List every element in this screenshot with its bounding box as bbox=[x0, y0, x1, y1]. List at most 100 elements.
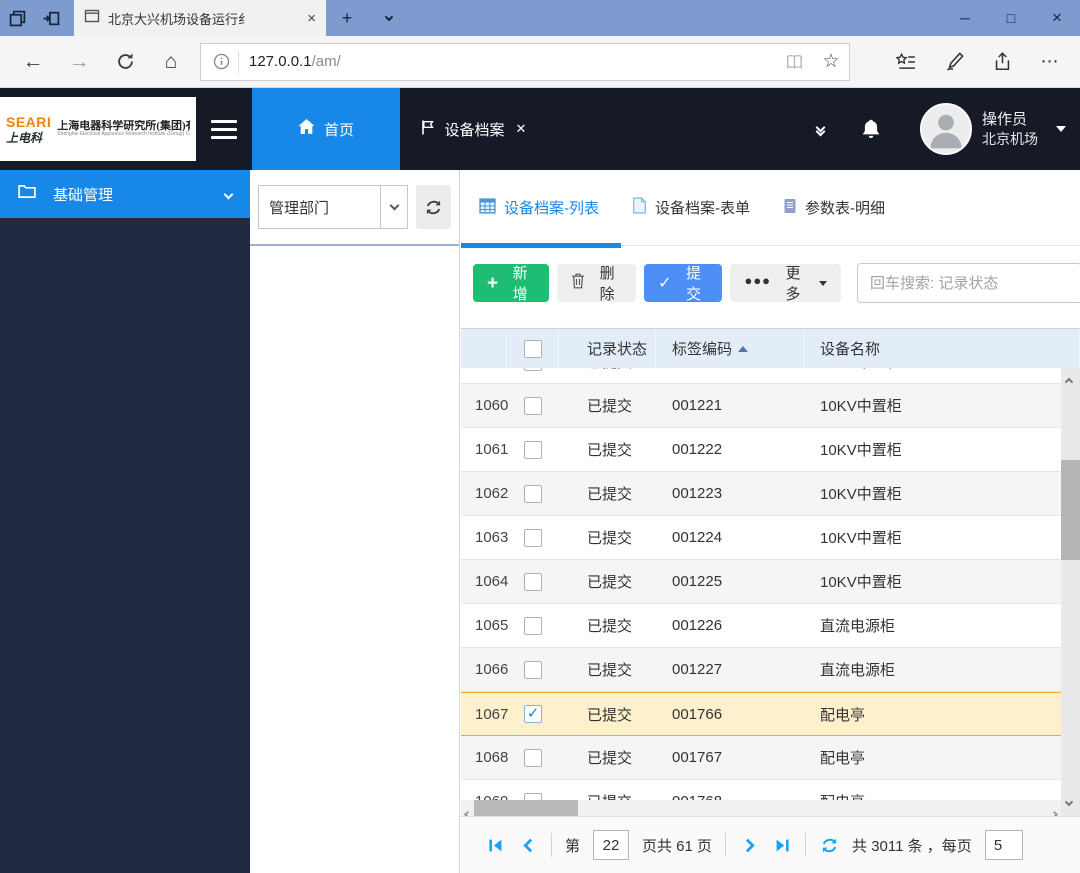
next-page-icon[interactable] bbox=[739, 838, 759, 853]
content-tabstrip: 设备档案-列表 设备档案-表单 参数表-明细 bbox=[461, 170, 1080, 248]
first-page-icon[interactable] bbox=[485, 838, 505, 853]
horizontal-scrollbar[interactable] bbox=[461, 800, 1061, 819]
nav-tab-device-archive[interactable]: 设备档案 ✕ bbox=[400, 88, 546, 170]
tab-close-icon[interactable]: × bbox=[307, 10, 316, 27]
tab-device-archive-form[interactable]: 设备档案-表单 bbox=[632, 197, 750, 218]
notifications-bell-icon[interactable] bbox=[860, 119, 882, 140]
browser-titlebar: 北京大兴机场设备运行纟 × + ─ □ × bbox=[0, 0, 1080, 36]
window-maximize-button[interactable]: □ bbox=[988, 0, 1034, 36]
page-label-prefix: 第 bbox=[565, 837, 581, 855]
user-avatar[interactable] bbox=[920, 103, 972, 155]
department-refresh-button[interactable] bbox=[416, 185, 451, 229]
table-row[interactable]: 1068 已提交 001767 配电亭 bbox=[461, 736, 1080, 780]
url-bar[interactable]: 127.0.0.1/am/ ☆ bbox=[200, 42, 850, 81]
page-size-input[interactable] bbox=[984, 830, 1023, 860]
horizontal-scrollbar-thumb[interactable] bbox=[474, 800, 578, 816]
pagination-bar: 第 页共 61 页 共 3011 条 ，每页 bbox=[461, 816, 1080, 873]
nav-tab-home[interactable]: 首页 bbox=[252, 88, 400, 170]
settings-more-icon[interactable]: ⋯ bbox=[1026, 42, 1074, 82]
reading-view-icon[interactable] bbox=[777, 54, 813, 70]
nav-tab-close-icon[interactable]: ✕ bbox=[516, 121, 527, 137]
row-checkbox[interactable] bbox=[524, 368, 542, 371]
tab-parameter-detail[interactable]: 参数表-明细 bbox=[783, 197, 885, 218]
vertical-scrollbar[interactable] bbox=[1061, 368, 1080, 816]
tabs-set-aside-icon[interactable] bbox=[34, 0, 68, 36]
table-row[interactable]: 1067 已提交 001766 配电亭 bbox=[461, 692, 1080, 736]
annotate-pen-icon[interactable] bbox=[930, 42, 978, 82]
row-checkbox[interactable] bbox=[524, 440, 542, 459]
user-label: 操作员 北京机场 bbox=[982, 110, 1038, 148]
last-page-icon[interactable] bbox=[772, 838, 792, 853]
home-icon[interactable]: ⌂ bbox=[148, 42, 194, 82]
row-checkbox[interactable] bbox=[524, 572, 542, 591]
back-icon[interactable]: ← bbox=[10, 42, 56, 82]
tab-list-chevron-icon[interactable] bbox=[368, 0, 410, 36]
tab-preview-icon[interactable] bbox=[0, 0, 34, 36]
favorite-star-icon[interactable]: ☆ bbox=[813, 50, 849, 73]
share-icon[interactable] bbox=[978, 42, 1026, 82]
sidebar-item-basic-management[interactable]: 基础管理 bbox=[0, 170, 250, 218]
department-panel-header: 管理部门 bbox=[250, 170, 459, 246]
reload-icon[interactable] bbox=[102, 42, 148, 82]
vertical-scrollbar-thumb[interactable] bbox=[1061, 460, 1080, 560]
logo-brand-text: SEARI bbox=[6, 113, 52, 130]
forward-icon[interactable]: → bbox=[56, 42, 102, 82]
table-row[interactable]: 1063 已提交 001224 10KV中置柜 bbox=[461, 516, 1080, 560]
row-checkbox[interactable] bbox=[524, 528, 542, 547]
window-close-button[interactable]: × bbox=[1034, 0, 1080, 36]
tab-label: 参数表-明细 bbox=[805, 200, 885, 217]
previous-page-icon[interactable] bbox=[518, 838, 538, 853]
page-number-input[interactable] bbox=[593, 830, 630, 860]
row-checkbox[interactable] bbox=[524, 396, 542, 415]
row-checkbox-checked[interactable] bbox=[524, 705, 542, 723]
department-select[interactable]: 管理部门 bbox=[258, 185, 408, 229]
cell-tag-code: 001767 bbox=[672, 749, 723, 766]
table-row[interactable]: 1069 已提交 001768 配电亭 bbox=[461, 780, 1080, 801]
table-row[interactable]: 1066 已提交 001227 直流电源柜 bbox=[461, 648, 1080, 692]
header-tag-code[interactable]: 标签编码 bbox=[656, 329, 804, 368]
scroll-down-icon[interactable] bbox=[1064, 792, 1074, 810]
window-minimize-button[interactable]: ─ bbox=[942, 0, 988, 36]
table-row[interactable]: 1062 已提交 001223 10KV中置柜 bbox=[461, 472, 1080, 516]
row-checkbox[interactable] bbox=[524, 660, 542, 679]
more-button[interactable]: ●●● 更多 bbox=[730, 264, 841, 303]
delete-button[interactable]: 删除 bbox=[557, 264, 637, 303]
row-number: 1064 bbox=[475, 573, 509, 590]
submit-button[interactable]: ✓ 提交 bbox=[644, 264, 723, 303]
row-checkbox[interactable] bbox=[524, 616, 542, 635]
search-input[interactable] bbox=[857, 263, 1080, 303]
refresh-icon[interactable] bbox=[819, 837, 839, 854]
table-row[interactable]: 1061 已提交 001222 10KV中置柜 bbox=[461, 428, 1080, 472]
header-device-name[interactable]: 设备名称 bbox=[804, 329, 1080, 368]
cell-tag-code: 001766 bbox=[672, 705, 723, 723]
select-chevron-icon[interactable] bbox=[380, 186, 407, 228]
scroll-up-icon[interactable] bbox=[1064, 372, 1074, 390]
user-menu-caret-icon[interactable] bbox=[1056, 126, 1066, 132]
expand-tabs-chevron-icon[interactable] bbox=[815, 122, 826, 136]
menu-hamburger-icon[interactable] bbox=[196, 88, 252, 170]
home-icon bbox=[298, 119, 315, 139]
table-row-clipped: 1069 已提交 001768 配电亭 bbox=[461, 780, 1080, 801]
add-button-label: 新增 bbox=[512, 265, 528, 303]
new-tab-button[interactable]: + bbox=[326, 0, 368, 36]
add-button[interactable]: + 新增 bbox=[473, 264, 550, 303]
site-info-icon[interactable] bbox=[213, 53, 230, 70]
check-icon: ✓ bbox=[658, 275, 672, 292]
table-row[interactable]: 1064 已提交 001225 10KV中置柜 bbox=[461, 560, 1080, 604]
pagination-separator bbox=[551, 833, 552, 857]
cell-device-name: 直流电源柜 bbox=[820, 618, 896, 635]
table-row[interactable]: 1059 已提交 001220 10KV中置柜 bbox=[461, 368, 1080, 384]
url-path: /am/ bbox=[311, 53, 341, 70]
table-row[interactable]: 1065 已提交 001226 直流电源柜 bbox=[461, 604, 1080, 648]
favorites-hub-icon[interactable] bbox=[882, 42, 930, 82]
select-all-checkbox[interactable] bbox=[523, 339, 542, 358]
tab-device-archive-list[interactable]: 设备档案-列表 bbox=[479, 197, 599, 218]
row-checkbox[interactable] bbox=[524, 748, 542, 767]
trash-icon bbox=[571, 273, 585, 293]
table-row[interactable]: 1060 已提交 001221 10KV中置柜 bbox=[461, 384, 1080, 428]
cell-tag-code: 001225 bbox=[672, 573, 723, 590]
browser-tab[interactable]: 北京大兴机场设备运行纟 × bbox=[74, 0, 326, 36]
row-checkbox[interactable] bbox=[524, 484, 542, 503]
header-record-status[interactable]: 记录状态 bbox=[559, 329, 656, 368]
cell-record-status: 已提交 bbox=[587, 530, 633, 547]
